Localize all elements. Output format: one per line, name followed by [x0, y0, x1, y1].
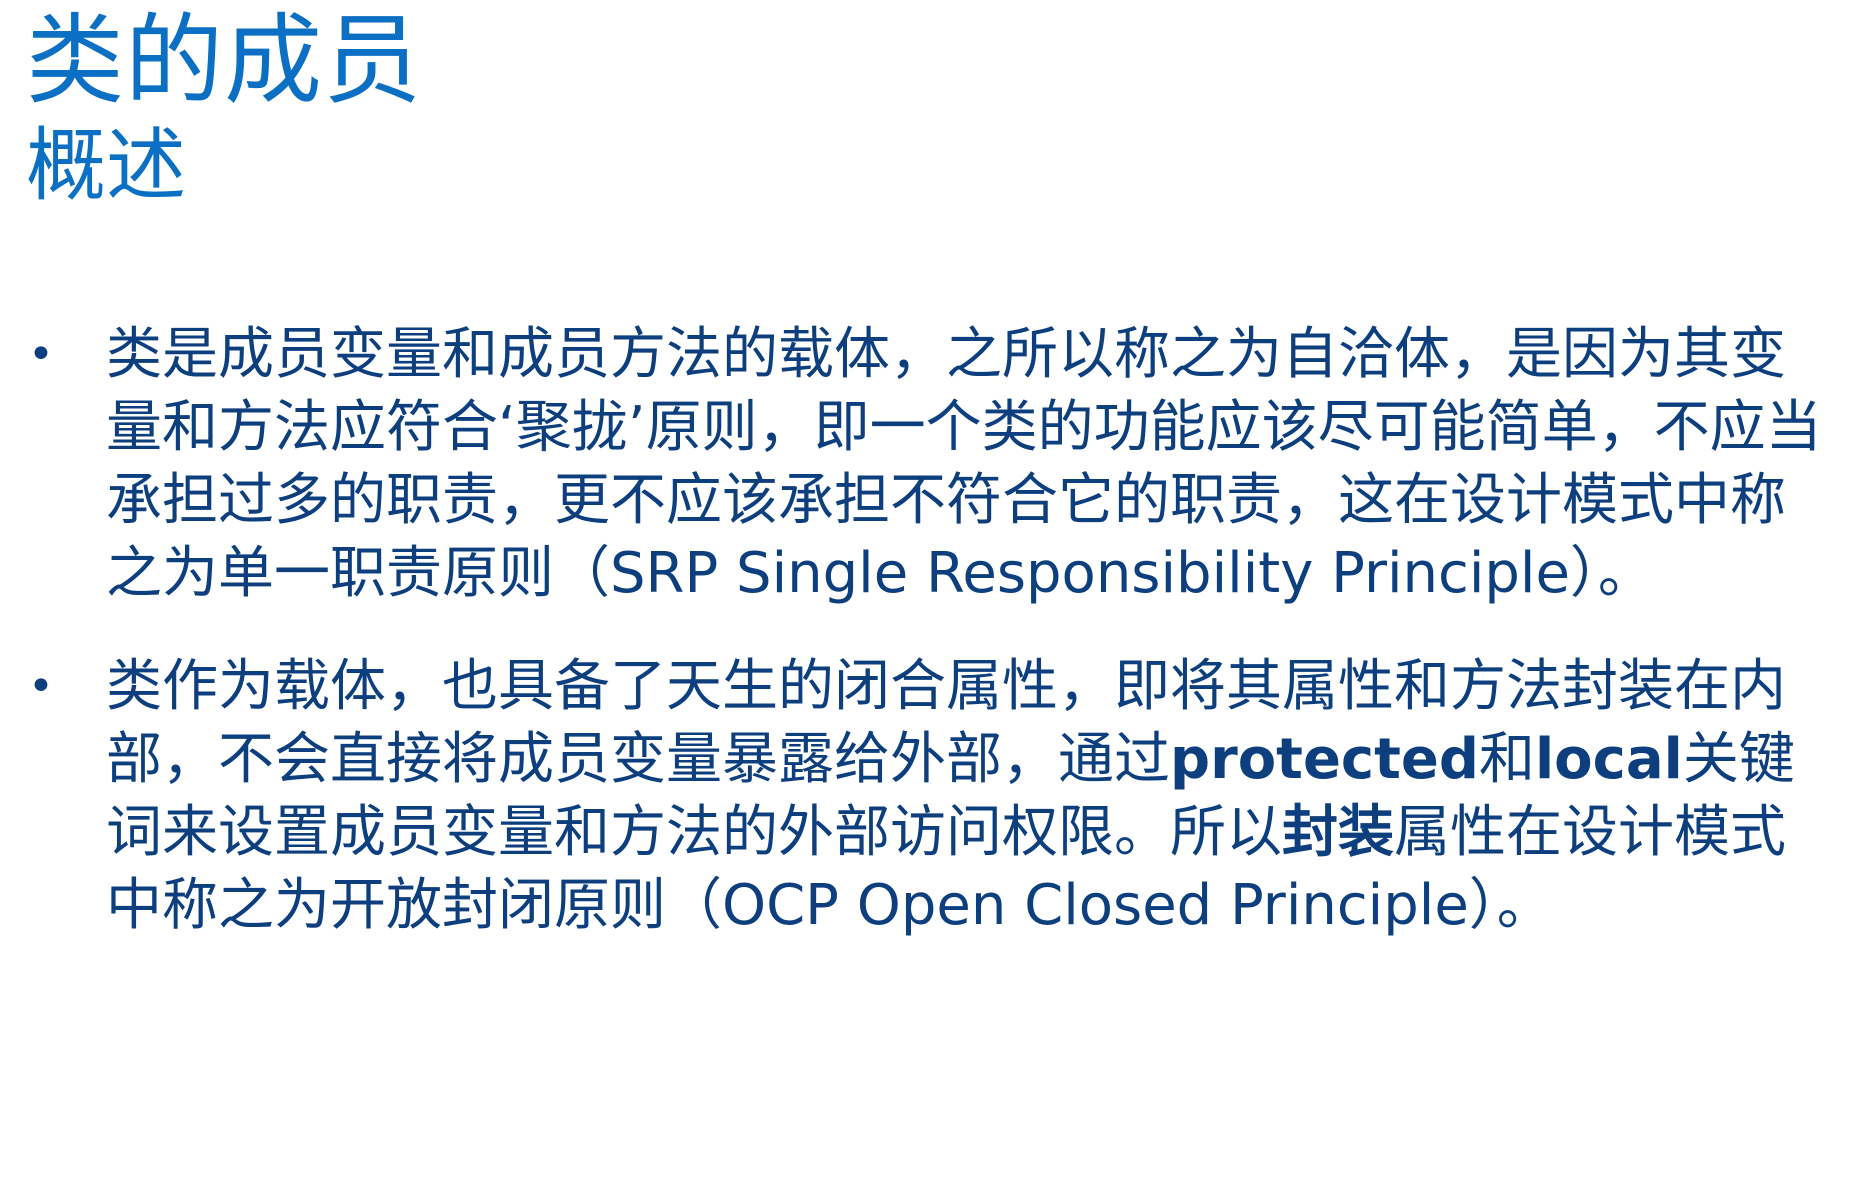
ocp-text-part-2: 和 [1478, 727, 1535, 792]
keyword-protected: protected [1170, 727, 1479, 792]
bullet-dot-icon: • [28, 661, 54, 712]
keyword-encapsulation: 封装 [1282, 800, 1394, 865]
slide-title: 类的成员 [26, 4, 423, 118]
bullet-text-srp: 类是成员变量和成员方法的载体，之所以称之为自洽体，是因为其变量和方法应符合‘聚拢… [106, 322, 1822, 606]
bullet-item-srp: • 类是成员变量和成员方法的载体，之所以称之为自洽体，是因为其变量和方法应符合‘… [26, 318, 1836, 610]
slide-subtitle: 概述 [26, 119, 186, 212]
bullet-dot-icon: • [28, 329, 54, 380]
bullet-item-ocp: • 类作为载体，也具备了天生的闭合属性，即将其属性和方法封装在内部，不会直接将成… [26, 650, 1836, 942]
bullet-text-ocp: 类作为载体，也具备了天生的闭合属性，即将其属性和方法封装在内部，不会直接将成员变… [106, 650, 1836, 942]
slide: 类的成员 概述 • 类是成员变量和成员方法的载体，之所以称之为自洽体，是因为其变… [0, 0, 1863, 1191]
bullet-list: • 类是成员变量和成员方法的载体，之所以称之为自洽体，是因为其变量和方法应符合‘… [26, 318, 1836, 982]
keyword-local: local [1534, 727, 1683, 792]
